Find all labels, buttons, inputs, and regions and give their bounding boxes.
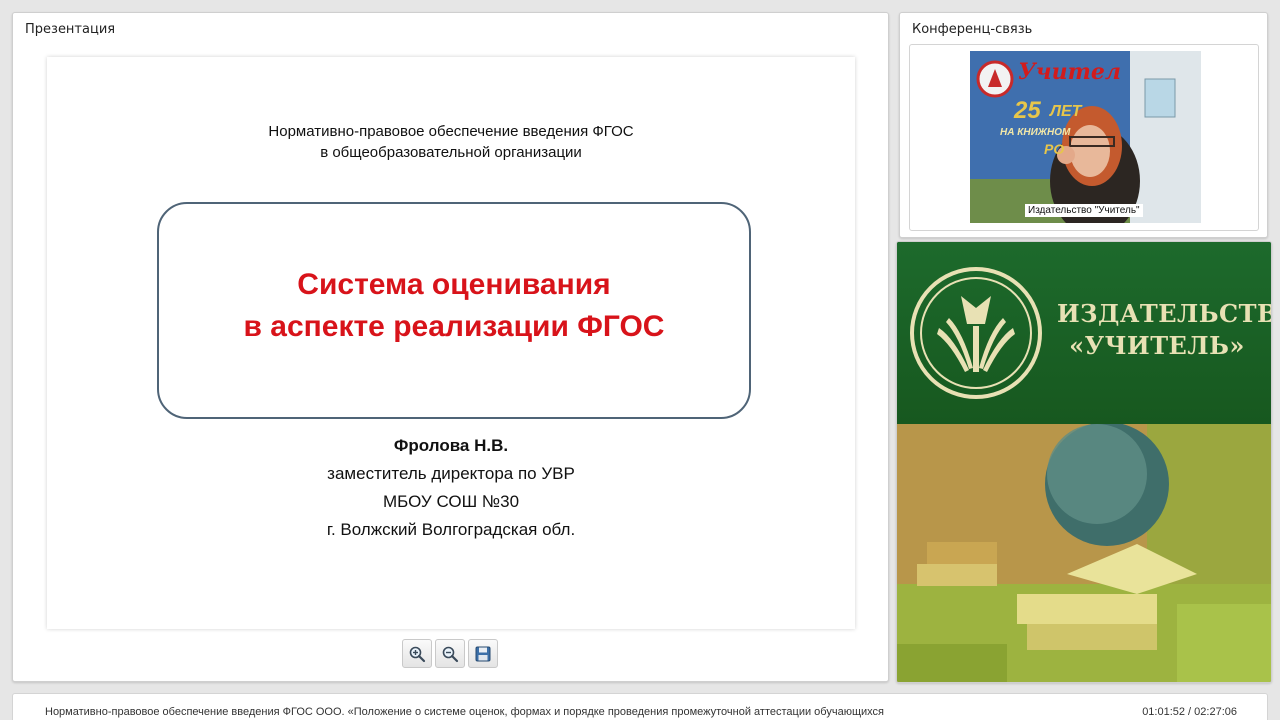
save-icon bbox=[475, 646, 491, 661]
slide-main-title: Система оценивания в аспекте реализации … bbox=[244, 264, 665, 358]
publisher-name-line-2: «УЧИТЕЛЬ» bbox=[1069, 331, 1245, 360]
slide-title-box: Система оценивания в аспекте реализации … bbox=[157, 202, 751, 419]
video-banner-text-5: РО bbox=[1044, 141, 1065, 157]
zoom-out-button[interactable] bbox=[435, 639, 465, 668]
zoom-in-button[interactable] bbox=[402, 639, 432, 668]
slide-author-position: заместитель директора по УВР bbox=[327, 464, 575, 483]
video-banner-text-4: НА КНИЖНОМ bbox=[1000, 127, 1071, 138]
slide-author-city: г. Волжский Волгоградская обл. bbox=[326, 520, 576, 539]
zoom-out-icon bbox=[442, 646, 459, 662]
conference-panel: Конференц-связь Учител 25 ЛЕТ НА КНИЖНОМ bbox=[899, 12, 1268, 238]
presentation-toolbar bbox=[402, 639, 498, 669]
presentation-panel: Презентация Нормативно-правовое обеспече… bbox=[12, 12, 889, 682]
slide-header-line-1: Нормативно-правовое обеспечение введения… bbox=[268, 123, 634, 140]
presentation-panel-title: Презентация bbox=[25, 22, 116, 37]
publisher-name: ИЗДАТЕЛЬСТВО «УЧИТЕЛЬ» bbox=[1057, 298, 1271, 362]
video-banner-text-1: Учител bbox=[1018, 59, 1121, 85]
video-frame: Учител 25 ЛЕТ НА КНИЖНОМ РО Издательство… bbox=[909, 44, 1259, 231]
video-banner-text-2: 25 bbox=[1014, 97, 1041, 124]
video-participant-label: Издательство "Учитель" bbox=[1025, 204, 1143, 217]
publisher-banner-top: ИЗДАТЕЛЬСТВО «УЧИТЕЛЬ» bbox=[897, 242, 1271, 424]
slide-main-line-2: в аспекте реализации ФГОС bbox=[243, 309, 665, 343]
slide-author-block: Фролова Н.В. заместитель директора по УВ… bbox=[47, 432, 855, 544]
slide-header: Нормативно-правовое обеспечение введения… bbox=[47, 121, 855, 163]
slide-main-line-1: Система оценивания bbox=[297, 267, 611, 301]
slide-author-school: МБОУ СОШ №30 bbox=[382, 492, 520, 511]
books-illustration-icon bbox=[897, 422, 1271, 682]
playback-time: 01:01:52 / 02:27:06 bbox=[1142, 706, 1237, 718]
slide-author-name: Фролова Н.В. bbox=[393, 436, 509, 455]
publisher-name-line-1: ИЗДАТЕЛЬСТВО bbox=[1057, 299, 1271, 328]
video-banner-text-3: ЛЕТ bbox=[1050, 103, 1082, 120]
footer-description: Нормативно-правовое обеспечение введения… bbox=[45, 706, 884, 718]
publisher-banner: ИЗДАТЕЛЬСТВО «УЧИТЕЛЬ» bbox=[896, 241, 1272, 683]
footer-bar: Нормативно-правовое обеспечение введения… bbox=[12, 693, 1268, 720]
presentation-slide: Нормативно-правовое обеспечение введения… bbox=[47, 57, 855, 629]
publisher-logo-icon bbox=[910, 267, 1042, 399]
slide-header-line-2: в общеобразовательной организации bbox=[320, 144, 582, 161]
zoom-in-icon bbox=[409, 646, 426, 662]
video-stream[interactable]: Учител 25 ЛЕТ НА КНИЖНОМ РО Издательство… bbox=[970, 51, 1201, 223]
conference-panel-title: Конференц-связь bbox=[912, 22, 1033, 37]
save-button[interactable] bbox=[468, 639, 498, 668]
publisher-books-image bbox=[897, 422, 1271, 682]
